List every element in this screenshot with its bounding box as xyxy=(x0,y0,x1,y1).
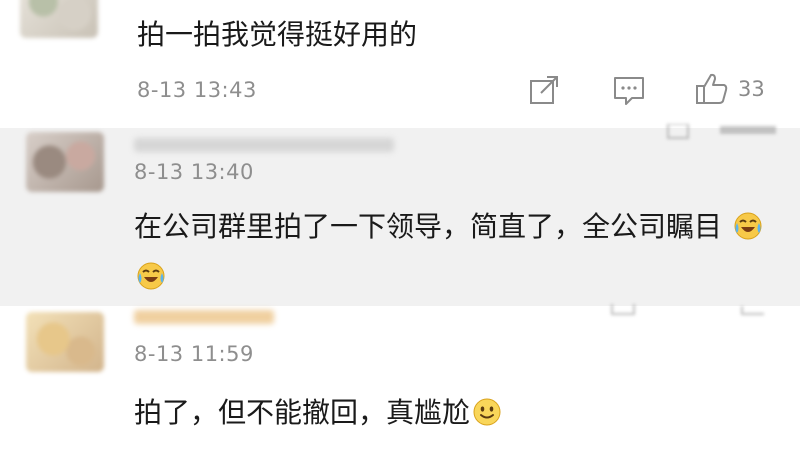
comment-text-body: 在公司群里拍了一下领导，简直了，全公司瞩目 xyxy=(134,210,723,243)
avatar[interactable] xyxy=(20,0,98,38)
reply-button[interactable] xyxy=(612,73,646,107)
comment-item: 8-13 11:59 拍了，但不能撤回，真尴尬 xyxy=(0,304,800,451)
comment-item: 拍一拍我觉得挺好用的 8-13 13:43 33 xyxy=(0,0,800,128)
tears-of-joy-emoji xyxy=(734,212,762,240)
username-blurred[interactable] xyxy=(134,138,394,152)
comment-time: 8-13 11:59 xyxy=(134,342,254,366)
username-blurred[interactable] xyxy=(134,310,274,324)
comment-item: 8-13 13:40 在公司群里拍了一下领导，简直了，全公司瞩目 xyxy=(0,124,800,306)
share-icon xyxy=(611,304,635,315)
tears-of-joy-emoji xyxy=(137,262,165,290)
smile-emoji xyxy=(473,398,501,426)
avatar[interactable] xyxy=(26,132,104,192)
thumbs-up-icon xyxy=(741,306,764,315)
comment-icon xyxy=(614,77,644,105)
comment-text: 在公司群里拍了一下领导，简直了，全公司瞩目 xyxy=(134,202,774,302)
comment-text-body: 拍了，但不能撤回，真尴尬 xyxy=(134,396,471,429)
thumbs-up-icon xyxy=(696,73,728,104)
like-count-ghost xyxy=(720,126,776,134)
comment-text: 拍了，但不能撤回，真尴尬 xyxy=(134,388,774,438)
comment-time: 8-13 13:40 xyxy=(134,160,254,184)
avatar[interactable] xyxy=(26,312,104,372)
share-icon xyxy=(530,76,558,104)
share-button[interactable] xyxy=(527,73,561,107)
comment-feed: 拍一拍我觉得挺好用的 8-13 13:43 33 8-13 13:40 在公司群… xyxy=(0,0,800,451)
comment-text: 拍一拍我觉得挺好用的 xyxy=(137,18,418,51)
like-count: 33 xyxy=(738,77,765,101)
share-icon xyxy=(667,124,689,139)
like-button[interactable]: 33 xyxy=(694,71,765,107)
comment-time: 8-13 13:43 xyxy=(137,78,257,102)
